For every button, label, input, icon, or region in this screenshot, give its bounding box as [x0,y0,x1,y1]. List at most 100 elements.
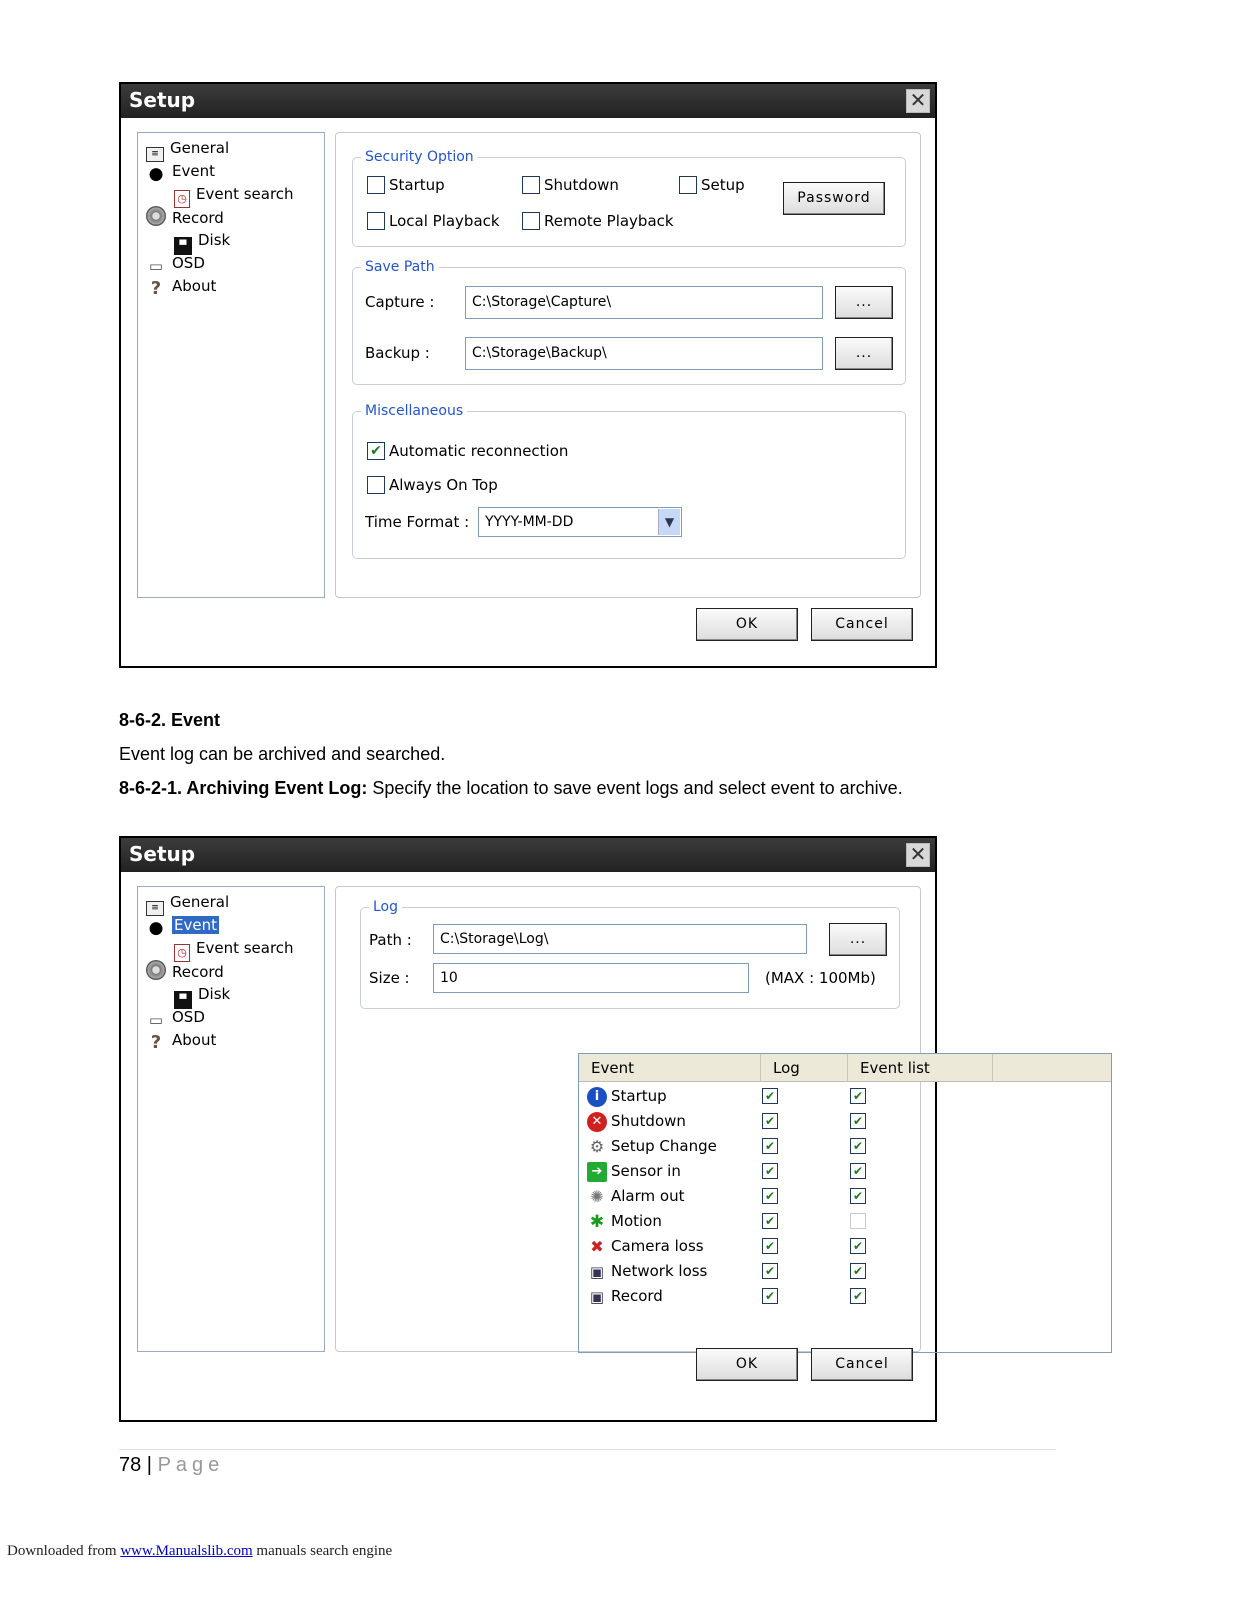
event-list-checkbox[interactable] [850,1213,866,1229]
table-row: ▣ Network loss ✔ ✔ [579,1259,1111,1284]
save-path-group: Save Path Capture : C:\Storage\Capture\ … [352,258,906,385]
capture-path-input[interactable]: C:\Storage\Capture\ [465,286,823,319]
download-notice: Downloaded from www.Manualslib.com manua… [7,1543,393,1559]
event-list-checkbox[interactable]: ✔ [850,1263,866,1279]
event-table: Event Log Event list i Startup ✔ ✔ ✕ Shu… [578,1053,1112,1353]
column-header-event-list[interactable]: Event list [848,1054,993,1082]
tree-item-general[interactable]: ≡ General [146,891,229,916]
dialog-titlebar: Setup ✕ [121,838,935,872]
manualslib-link[interactable]: www.Manualslib.com [120,1543,252,1559]
auto-reconnect-checkbox[interactable]: ✔ [367,442,385,460]
ok-button[interactable]: OK [696,608,798,641]
log-checkbox[interactable]: ✔ [762,1263,778,1279]
event-list-checkbox[interactable]: ✔ [850,1113,866,1129]
password-button[interactable]: Password [783,182,885,215]
bomb-icon: ● [148,164,164,184]
event-list-checkbox[interactable]: ✔ [850,1088,866,1104]
column-header-event[interactable]: Event [579,1054,761,1082]
subsection-paragraph: 8-6-2-1. Archiving Event Log: Specify th… [119,778,903,799]
always-on-top-checkbox[interactable] [367,476,385,494]
subsection-text: Specify the location to save event logs … [367,778,903,798]
tree-item-general[interactable]: ≡ General [146,137,229,162]
path-label: Path : [369,931,412,949]
event-list-checkbox[interactable]: ✔ [850,1238,866,1254]
page-footer: 78 | Page [119,1454,224,1477]
tree-item-event[interactable]: ● Event [146,914,219,938]
table-row: ✱ Motion ✔ [579,1209,1111,1234]
shutdown-checkbox[interactable] [522,176,540,194]
capture-label: Capture : [365,293,435,311]
column-header-log[interactable]: Log [761,1054,848,1082]
tree-item-disk[interactable]: ▀ Disk [174,229,230,255]
tree-item-record[interactable]: Record [146,206,224,228]
record-icon: ▣ [589,1288,605,1306]
log-legend: Log [369,898,403,916]
settings-tree: ≡ General ● Event ◷ Event search Record ▀ Di… [137,886,325,1352]
log-checkbox[interactable]: ✔ [762,1088,778,1104]
table-row: ➔ Sensor in ✔ ✔ [579,1159,1111,1184]
capture-browse-button[interactable]: ... [835,286,893,319]
remote-playback-checkbox[interactable] [522,212,540,230]
setup-dialog-general: Setup ✕ ≡ General ● Event ◷ Event search Re… [119,82,937,668]
setup-dialog-event: Setup ✕ ≡ General ● Event ◷ Event search Re… [119,836,1112,1422]
tree-item-event-search[interactable]: ◷ Event search [174,183,294,208]
help-icon: ? [150,1032,162,1053]
backup-path-input[interactable]: C:\Storage\Backup\ [465,337,823,370]
startup-checkbox[interactable] [367,176,385,194]
tree-item-disk[interactable]: ▀ Disk [174,983,230,1009]
miscellaneous-group: Miscellaneous ✔ Automatic reconnection A… [352,402,906,559]
tree-item-event[interactable]: ● Event [146,160,215,184]
log-checkbox[interactable]: ✔ [762,1113,778,1129]
log-size-input[interactable]: 10 [433,963,749,993]
close-icon[interactable]: ✕ [906,89,930,113]
log-browse-button[interactable]: ... [829,923,887,956]
max-size-label: (MAX : 100Mb) [765,969,876,987]
backup-browse-button[interactable]: ... [835,337,893,370]
event-list-checkbox[interactable]: ✔ [850,1188,866,1204]
chevron-down-icon[interactable]: ▼ [658,509,680,535]
cancel-button[interactable]: Cancel [811,1348,913,1381]
dialog-titlebar: Setup ✕ [121,84,935,118]
running-man-icon: ✱ [589,1212,605,1232]
save-path-legend: Save Path [361,258,439,276]
table-row: ✕ Shutdown ✔ ✔ [579,1109,1111,1134]
gears-icon: ⚙ [589,1137,605,1156]
tree-item-about[interactable]: ? About [146,275,217,299]
local-playback-checkbox[interactable] [367,212,385,230]
monitor-icon: ▭ [148,1011,164,1029]
log-checkbox[interactable]: ✔ [762,1238,778,1254]
tree-item-about[interactable]: ? About [146,1029,217,1053]
alarm-icon: ✺ [590,1187,604,1206]
always-on-top-label: Always On Top [389,476,498,494]
log-checkbox[interactable]: ✔ [762,1188,778,1204]
cancel-button[interactable]: Cancel [811,608,913,641]
monitor-icon: ▭ [148,257,164,275]
log-checkbox[interactable]: ✔ [762,1213,778,1229]
ok-button[interactable]: OK [696,1348,798,1381]
event-list-checkbox[interactable]: ✔ [850,1138,866,1154]
log-path-input[interactable]: C:\Storage\Log\ [433,924,807,954]
page-word: Page [157,1454,225,1476]
time-format-value: YYYY-MM-DD [485,514,574,530]
tree-item-osd[interactable]: ▭ OSD [146,252,205,275]
event-list-checkbox[interactable]: ✔ [850,1163,866,1179]
time-format-select[interactable]: YYYY-MM-DD ▼ [478,507,682,537]
tree-item-record[interactable]: Record [146,960,224,982]
bomb-icon: ● [148,918,164,938]
log-checkbox[interactable]: ✔ [762,1288,778,1304]
setup-checkbox[interactable] [679,176,697,194]
tree-item-osd[interactable]: ▭ OSD [146,1006,205,1029]
event-list-checkbox[interactable]: ✔ [850,1288,866,1304]
close-icon[interactable]: ✕ [906,843,930,867]
network-icon: ▣ [589,1263,605,1281]
startup-label: Startup [389,176,445,194]
help-icon: ? [150,278,162,299]
log-checkbox[interactable]: ✔ [762,1138,778,1154]
page-number: 78 [119,1454,142,1476]
log-group: Log Path : C:\Storage\Log\ ... Size : 10… [360,898,900,1009]
table-row: i Startup ✔ ✔ [579,1084,1111,1109]
log-checkbox[interactable]: ✔ [762,1163,778,1179]
subsection-heading: 8-6-2-1. Archiving Event Log: [119,778,368,798]
tree-item-event-search[interactable]: ◷ Event search [174,937,294,962]
tree-item-event-selected: Event [172,916,219,934]
